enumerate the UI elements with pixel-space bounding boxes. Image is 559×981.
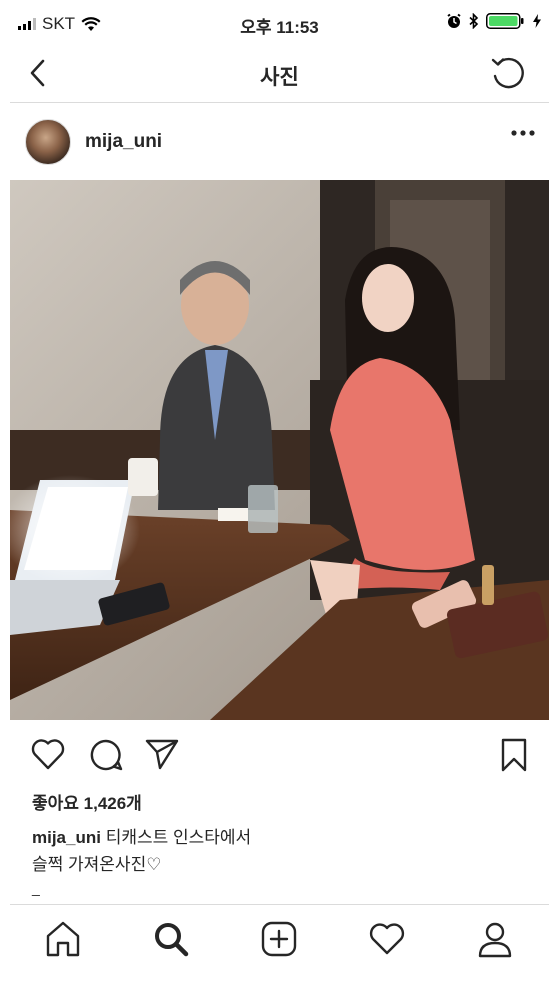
battery-icon xyxy=(486,13,524,29)
caption-line-1: 티캐스트 인스타에서 xyxy=(100,828,252,847)
caption-line-2: 슬쩍 가져온사진♡ xyxy=(32,855,162,874)
caption-username[interactable]: mija_uni xyxy=(32,828,101,847)
search-icon[interactable] xyxy=(151,919,191,959)
charging-icon xyxy=(533,14,541,28)
send-icon[interactable] xyxy=(144,737,180,771)
bookmark-icon[interactable] xyxy=(500,737,528,773)
post-header: mija_uni xyxy=(10,103,549,179)
post-username[interactable]: mija_uni xyxy=(85,131,162,153)
post-photo[interactable] xyxy=(10,180,549,720)
home-icon[interactable] xyxy=(43,919,83,959)
comment-icon[interactable] xyxy=(88,737,124,773)
caption-more-hint: _ xyxy=(32,880,40,896)
tab-bar xyxy=(10,904,549,981)
post-caption: mija_uni 티캐스트 인스타에서 슬쩍 가져온사진♡ xyxy=(32,824,532,878)
nav-bar: 사진 xyxy=(10,46,549,103)
photo-illustration xyxy=(10,180,549,720)
page-title: 사진 xyxy=(260,66,299,89)
likes-count[interactable]: 좋아요 1,426개 xyxy=(32,789,142,814)
avatar[interactable] xyxy=(25,119,71,165)
refresh-icon[interactable] xyxy=(489,54,527,92)
heart-icon[interactable] xyxy=(30,737,66,771)
post-actions xyxy=(10,720,549,790)
bluetooth-icon xyxy=(469,13,479,29)
status-bar: SKT 오후 11:53 xyxy=(10,0,549,46)
profile-icon[interactable] xyxy=(475,919,515,959)
app-frame: SKT 오후 11:53 사진 mija_uni 좋아요 1,426개 mija… xyxy=(10,0,549,980)
more-icon[interactable] xyxy=(511,129,535,137)
status-right xyxy=(446,13,541,29)
activity-heart-icon[interactable] xyxy=(367,919,407,959)
add-icon[interactable] xyxy=(259,919,299,959)
alarm-icon xyxy=(447,13,461,28)
